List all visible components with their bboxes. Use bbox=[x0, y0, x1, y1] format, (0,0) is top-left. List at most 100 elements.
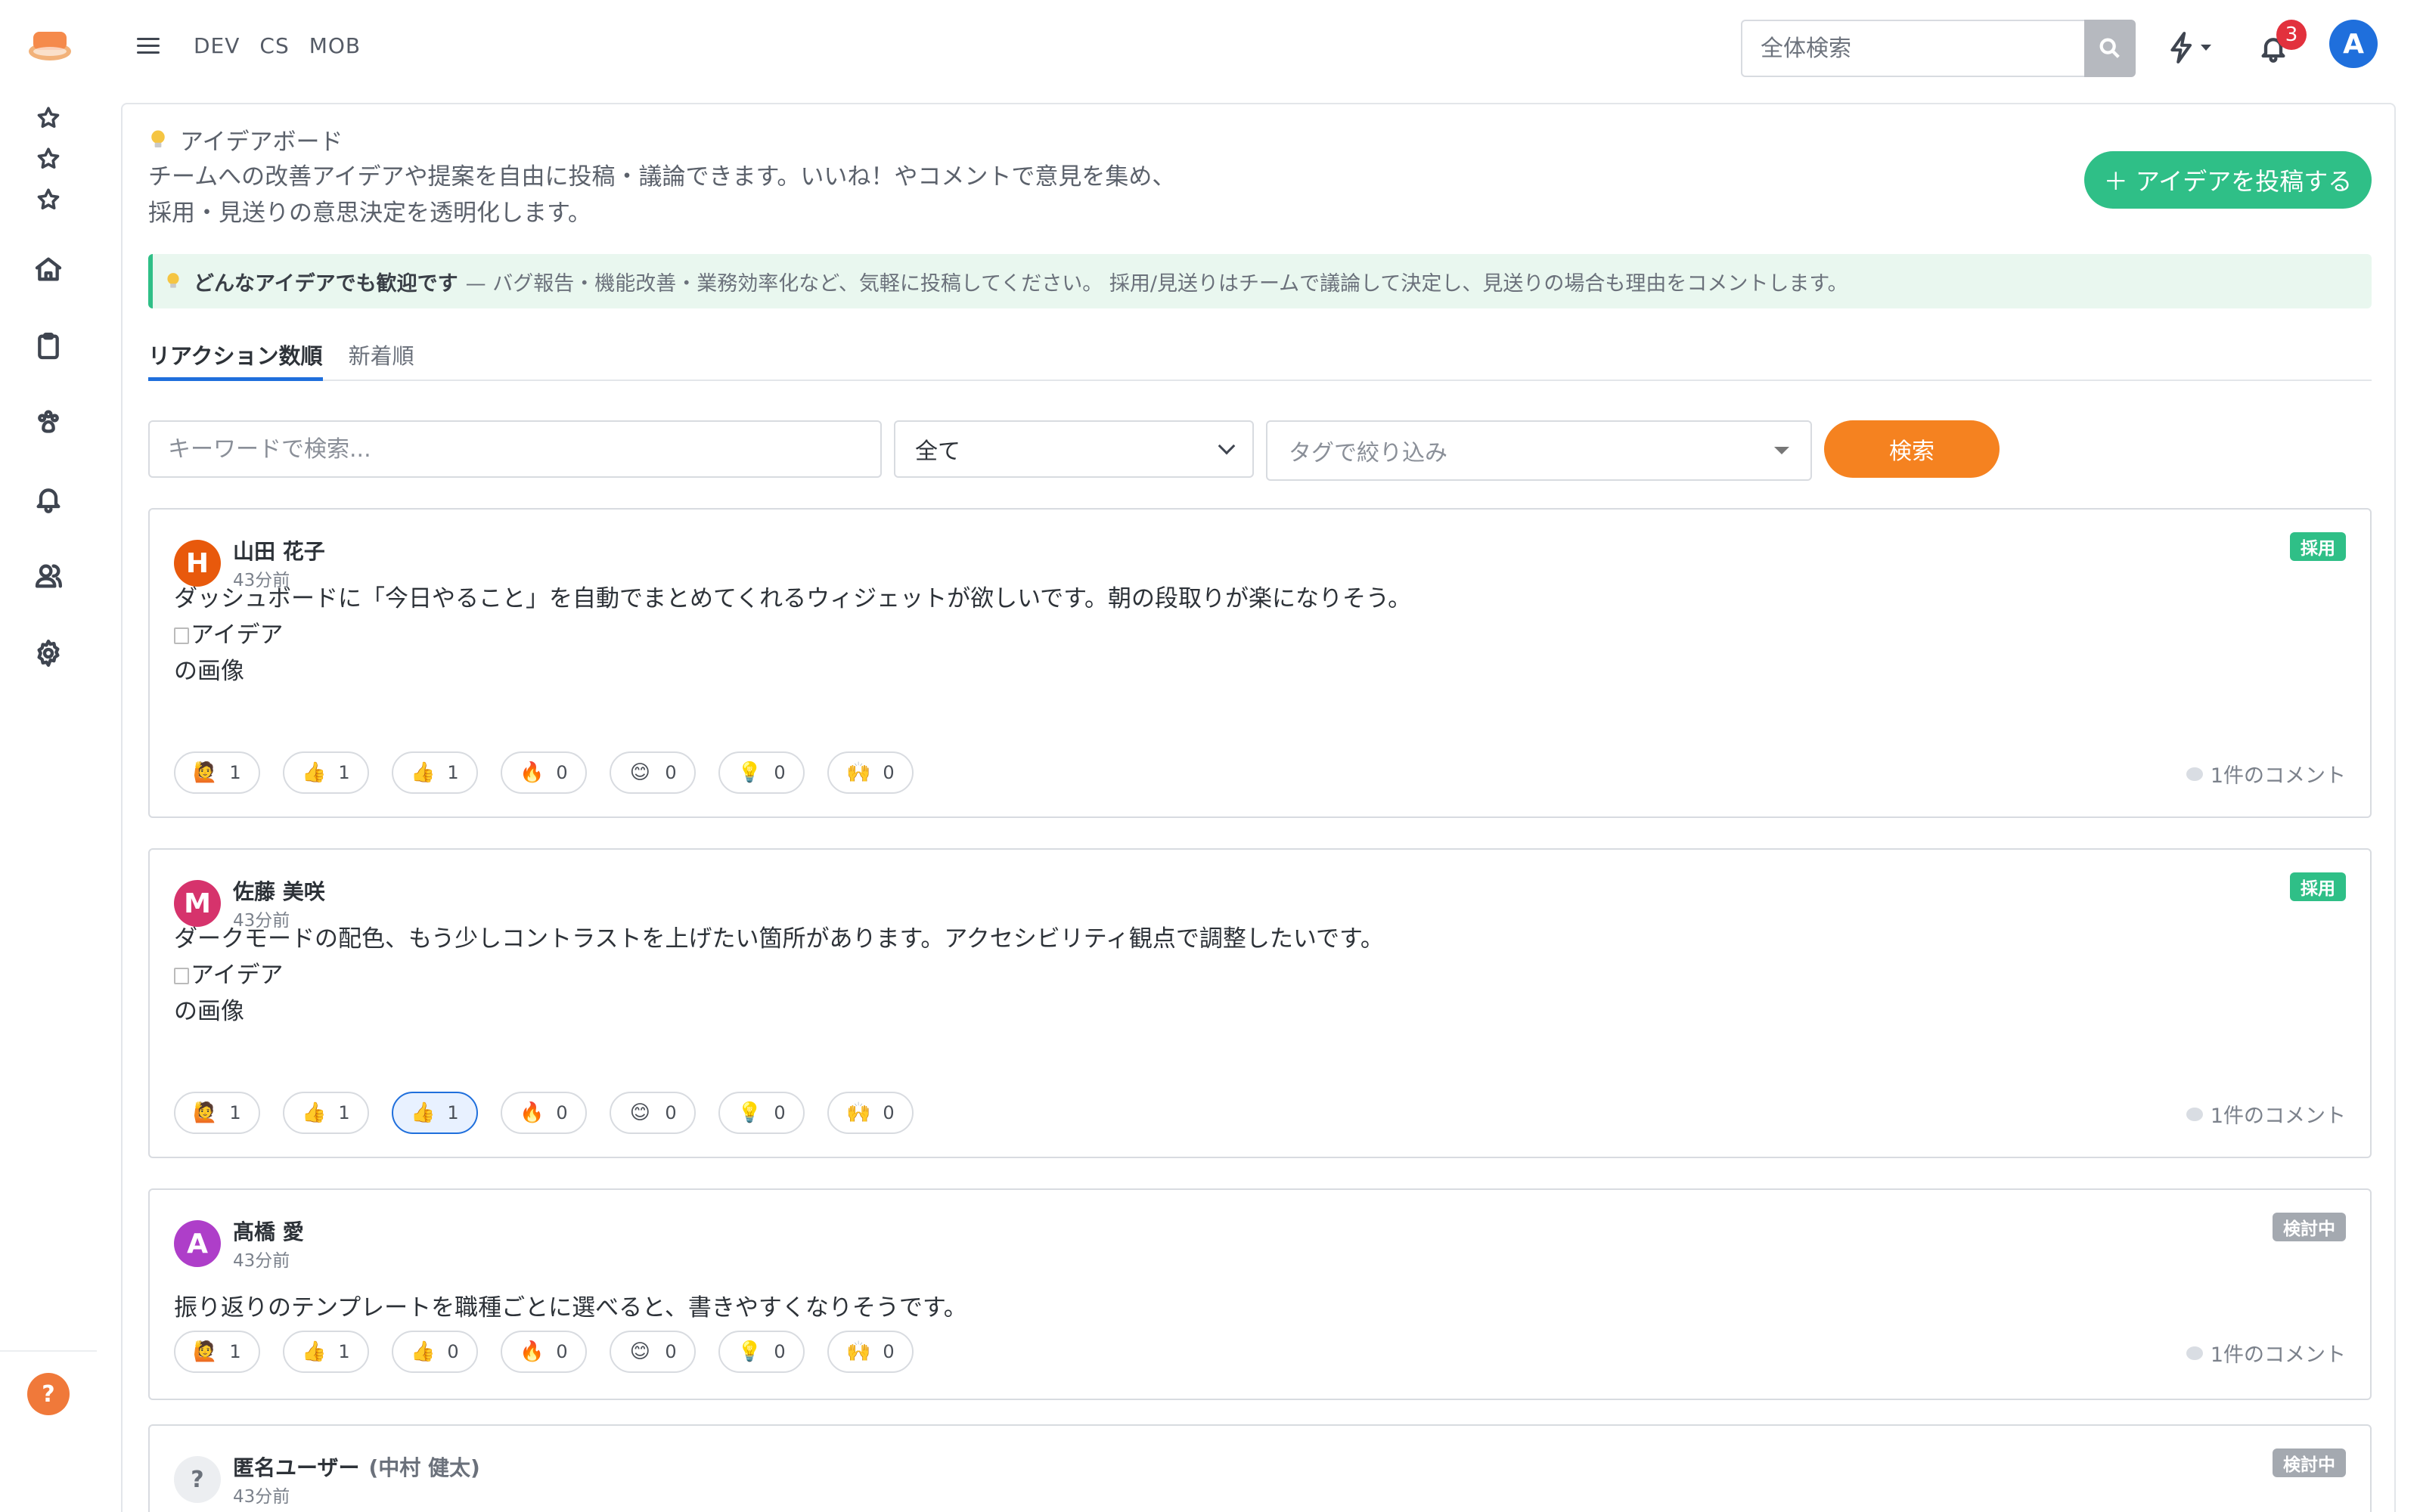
image-alt-text: アイデア bbox=[191, 621, 284, 649]
lightbulb-icon: 💡 bbox=[737, 1340, 762, 1363]
description-line-1: チームへの改善アイデアや提案を自由に投稿・議論できます。いいね！やコメントで意見… bbox=[148, 163, 1176, 191]
thumbs-up-icon: 👍 bbox=[411, 761, 436, 784]
fire-icon: 🔥 bbox=[520, 1340, 544, 1363]
idea-image[interactable]: アイデア の画像 bbox=[174, 617, 325, 689]
favorite-star-icon-2[interactable] bbox=[30, 141, 67, 177]
chevron-down-icon bbox=[1218, 437, 1236, 455]
idea-card: M 佐藤 美咲 43分前 採用 ダークモードの配色、もう少しコントラストを上げた… bbox=[148, 848, 2372, 1158]
raising-hands-icon: 🙌 bbox=[846, 1101, 871, 1124]
raised-hand-icon: 🙋 bbox=[193, 761, 218, 784]
filter-bar: 全て タグで絞り込み 検索 bbox=[148, 420, 2372, 481]
broken-image-icon bbox=[174, 968, 189, 984]
bell-nav-icon[interactable] bbox=[30, 481, 67, 517]
status-select[interactable]: 全て bbox=[894, 420, 1254, 478]
reaction-clap[interactable]: 🙌 0 bbox=[827, 1331, 914, 1373]
speech-bubble-icon bbox=[2186, 767, 2203, 781]
thumbs-up-icon: 👍 bbox=[411, 1101, 436, 1124]
reaction-thumbs-up-2[interactable]: 👍 0 bbox=[392, 1331, 478, 1373]
idea-card: ? 匿名ユーザー (中村 健太) 43分前 検討中 bbox=[148, 1424, 2372, 1512]
reaction-smile[interactable]: 😊 0 bbox=[610, 1092, 696, 1134]
reaction-bulb[interactable]: 💡 0 bbox=[718, 1092, 805, 1134]
quick-actions-button[interactable] bbox=[2167, 29, 2220, 67]
raising-hands-icon: 🙌 bbox=[846, 761, 871, 784]
reaction-raise-hand[interactable]: 🙋 1 bbox=[174, 1331, 260, 1373]
broken-image-icon bbox=[174, 627, 189, 644]
nav-item-dev[interactable]: DEV bbox=[194, 33, 240, 58]
status-badge: 検討中 bbox=[2273, 1448, 2346, 1477]
tab-newest[interactable]: 新着順 bbox=[349, 339, 414, 381]
reaction-bar: 🙋 1 👍 1 👍 1 🔥 0 😊 0 💡 0 🙌 0 bbox=[174, 751, 914, 794]
author-name: 佐藤 美咲 bbox=[233, 879, 325, 904]
search-button[interactable]: 検索 bbox=[1824, 420, 2000, 478]
idea-body: ダッシュボードに「今日やること」を自動でまとめてくれるウィジェットが欲しいです。… bbox=[174, 585, 1412, 612]
clipboard-icon[interactable] bbox=[30, 328, 67, 364]
reaction-fire[interactable]: 🔥 0 bbox=[501, 751, 587, 794]
idea-image[interactable]: アイデア の画像 bbox=[174, 957, 325, 1030]
help-button[interactable]: ? bbox=[27, 1373, 70, 1415]
chevron-down-icon bbox=[2201, 45, 2211, 51]
keyword-search-input[interactable] bbox=[148, 420, 882, 478]
status-badge: 採用 bbox=[2290, 532, 2346, 561]
avatar: A bbox=[174, 1220, 221, 1267]
settings-gear-icon[interactable] bbox=[30, 635, 67, 671]
notification-count-badge: 3 bbox=[2276, 20, 2307, 50]
reaction-fire[interactable]: 🔥 0 bbox=[501, 1331, 587, 1373]
reaction-thumbs-up[interactable]: 👍 1 bbox=[283, 1092, 369, 1134]
author-name: 山田 花子 bbox=[233, 539, 325, 564]
reaction-thumbs-up-2-selected[interactable]: 👍 1 bbox=[392, 1092, 478, 1134]
reaction-thumbs-up[interactable]: 👍 1 bbox=[283, 1331, 369, 1373]
sort-tabs: リアクション数順 新着順 bbox=[148, 339, 2372, 381]
comment-count: 1件のコメント bbox=[2210, 764, 2346, 788]
post-idea-button[interactable]: ＋ アイデアを投稿する bbox=[2084, 151, 2372, 209]
lightbulb-icon: 💡 bbox=[737, 1101, 762, 1124]
reaction-bulb[interactable]: 💡 0 bbox=[718, 1331, 805, 1373]
favorite-star-icon-3[interactable] bbox=[30, 181, 67, 218]
comment-link[interactable]: 1件のコメント bbox=[2186, 1099, 2346, 1129]
post-time: 43分前 bbox=[233, 1251, 290, 1271]
paw-icon[interactable] bbox=[30, 404, 67, 440]
nav-item-mob[interactable]: MOB bbox=[309, 33, 361, 58]
dropdown-arrow-icon bbox=[1774, 447, 1789, 454]
menu-hamburger-icon[interactable] bbox=[133, 33, 163, 64]
reaction-smile[interactable]: 😊 0 bbox=[610, 1331, 696, 1373]
fire-icon: 🔥 bbox=[520, 1101, 544, 1124]
tab-reaction-count[interactable]: リアクション数順 bbox=[148, 339, 323, 381]
comment-link[interactable]: 1件のコメント bbox=[2186, 759, 2346, 789]
speech-bubble-icon bbox=[2186, 1107, 2203, 1121]
global-search-input[interactable] bbox=[1741, 20, 2084, 77]
favorite-star-icon-1[interactable] bbox=[30, 100, 67, 136]
users-icon[interactable] bbox=[30, 558, 67, 594]
reaction-raise-hand[interactable]: 🙋 1 bbox=[174, 751, 260, 794]
user-avatar[interactable]: A bbox=[2329, 20, 2378, 68]
reaction-smile[interactable]: 😊 0 bbox=[610, 751, 696, 794]
side-rail: ? bbox=[0, 0, 97, 1512]
image-alt-text-2: の画像 bbox=[174, 658, 244, 685]
notifications-button[interactable]: 3 bbox=[2254, 20, 2307, 70]
reaction-clap[interactable]: 🙌 0 bbox=[827, 751, 914, 794]
reaction-fire[interactable]: 🔥 0 bbox=[501, 1092, 587, 1134]
status-badge: 検討中 bbox=[2273, 1213, 2346, 1241]
idea-card: A 髙橋 愛 43分前 検討中 振り返りのテンプレートを職種ごとに選べると、書き… bbox=[148, 1188, 2372, 1400]
author-name: 匿名ユーザー (中村 健太) bbox=[233, 1455, 480, 1480]
nav-item-cs[interactable]: CS bbox=[259, 33, 289, 58]
image-alt-text-2: の画像 bbox=[174, 998, 244, 1025]
author-name: 髙橋 愛 bbox=[233, 1219, 304, 1244]
reaction-clap[interactable]: 🙌 0 bbox=[827, 1092, 914, 1134]
page-description: チームへの改善アイデアや提案を自由に投稿・議論できます。いいね！やコメントで意見… bbox=[148, 159, 1175, 231]
reaction-bulb[interactable]: 💡 0 bbox=[718, 751, 805, 794]
app-logo[interactable] bbox=[27, 27, 73, 65]
tag-filter-placeholder: タグで絞り込み bbox=[1289, 440, 1447, 466]
tag-filter-select[interactable]: タグで絞り込み bbox=[1266, 420, 1812, 481]
comment-link[interactable]: 1件のコメント bbox=[2186, 1338, 2346, 1368]
idea-card: H 山田 花子 43分前 採用 ダッシュボードに「今日やること」を自動でまとめて… bbox=[148, 508, 2372, 818]
notice-text: — バグ報告・機能改善・業務効率化など、気軽に投稿してください。 採用/見送りは… bbox=[465, 271, 1848, 296]
global-search-button[interactable] bbox=[2084, 20, 2136, 77]
reaction-raise-hand[interactable]: 🙋 1 bbox=[174, 1092, 260, 1134]
reaction-bar: 🙋 1 👍 1 👍 0 🔥 0 😊 0 💡 0 🙌 0 bbox=[174, 1331, 914, 1373]
lightbulb-icon bbox=[167, 273, 179, 288]
reaction-thumbs-up[interactable]: 👍 1 bbox=[283, 751, 369, 794]
page-title: アイデアボード bbox=[148, 122, 343, 156]
smile-icon: 😊 bbox=[629, 761, 650, 784]
home-icon[interactable] bbox=[30, 251, 67, 287]
reaction-thumbs-up-2[interactable]: 👍 1 bbox=[392, 751, 478, 794]
